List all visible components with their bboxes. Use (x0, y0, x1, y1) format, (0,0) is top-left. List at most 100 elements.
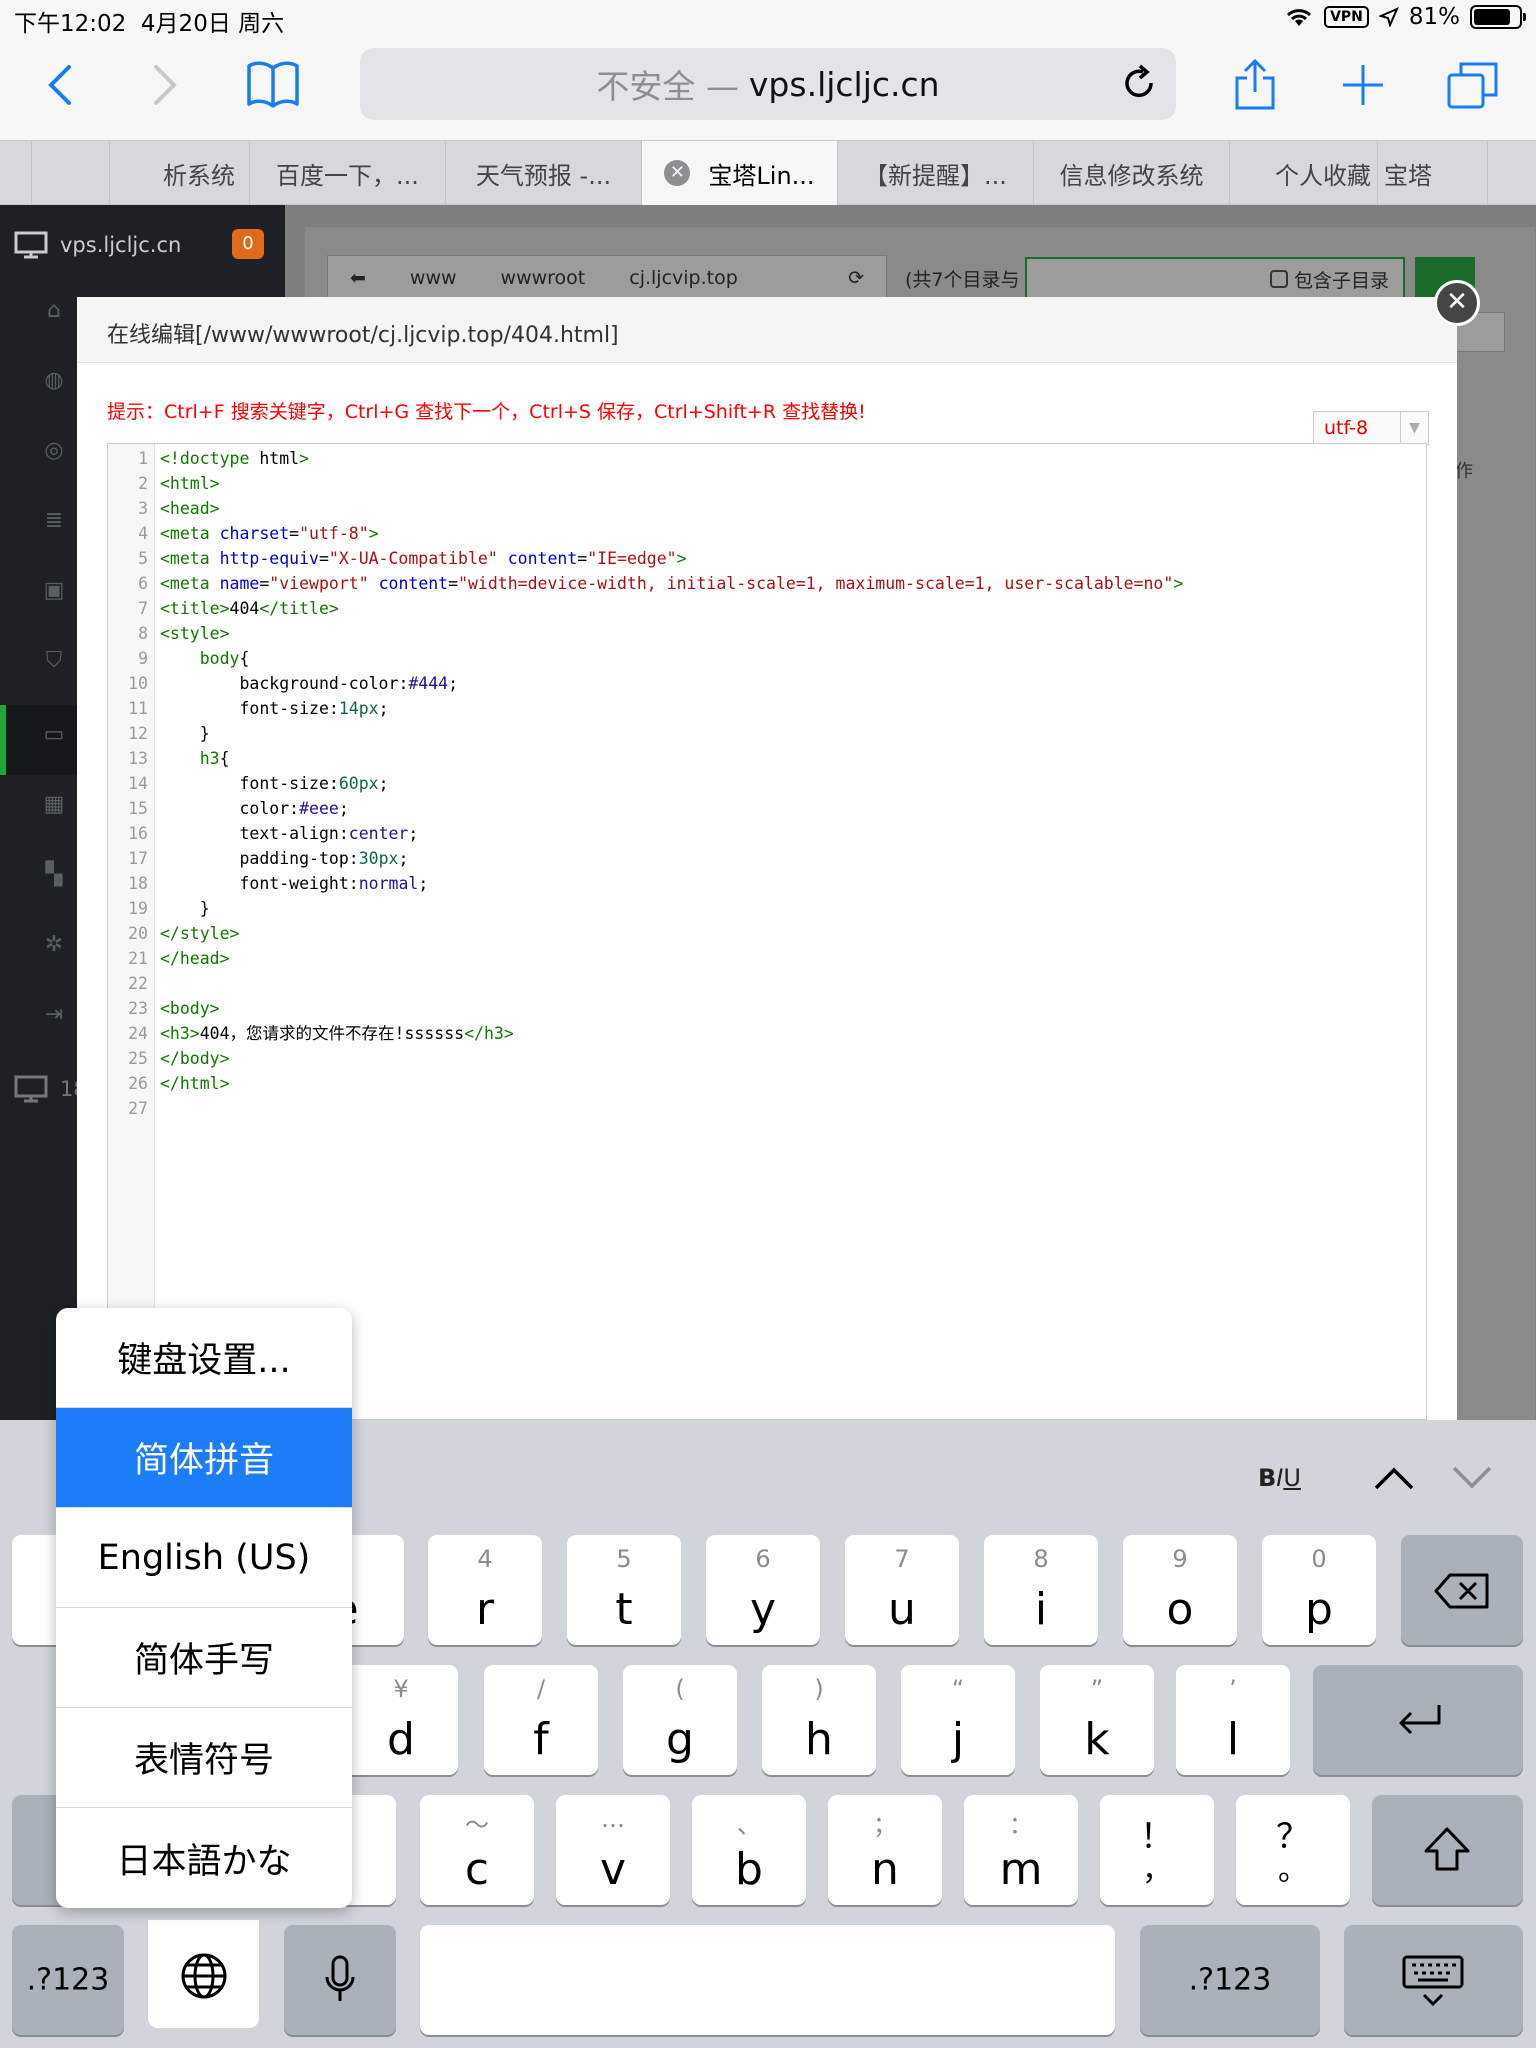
new-tab-button[interactable] (1333, 40, 1393, 130)
key[interactable]: 5t (567, 1535, 681, 1645)
key[interactable]: ； n (828, 1795, 942, 1905)
breadcrumb-item[interactable]: cj.ljcvip.top (607, 267, 760, 289)
code-line[interactable]: 7 <title>404</title> (108, 596, 1418, 621)
checkbox-icon[interactable] (1269, 270, 1288, 288)
code-line[interactable]: 20 </style> (108, 921, 1418, 946)
return-key[interactable] (1313, 1665, 1523, 1775)
code-line[interactable]: 24 <h3>404，您请求的文件不存在!ssssss</h3> (108, 1021, 1418, 1046)
tab-item[interactable]: 天气预报 -... (446, 141, 642, 205)
tab-item[interactable]: 信息修改系统 (1034, 141, 1230, 205)
key[interactable]: ： m (964, 1795, 1078, 1905)
globe-key[interactable] (148, 1920, 259, 2028)
numbers-key-left[interactable]: .?123 (12, 1925, 124, 2035)
code-line[interactable]: 2 <html> (108, 471, 1418, 496)
breadcrumb-item[interactable]: wwwroot (479, 267, 608, 289)
close-modal-button[interactable]: ✕ (1434, 280, 1480, 326)
code-line[interactable]: 12 } (108, 721, 1418, 746)
code-editor[interactable]: 1 <!doctype html> 2 <html> 3 <head> 4 <meta cha… (107, 443, 1427, 1420)
encoding-select[interactable]: utf-8 ▼ (1313, 411, 1429, 445)
shield-icon[interactable]: ⛉ (40, 647, 68, 675)
dismiss-keyboard-key[interactable] (1344, 1925, 1523, 2035)
key[interactable]: 4r (428, 1535, 542, 1645)
code-line[interactable]: 4 <meta charset="utf-8"> (108, 521, 1418, 546)
code-line[interactable]: 22 (108, 971, 1418, 996)
code-line[interactable]: 26 </html> (108, 1071, 1418, 1096)
tab-item[interactable]: 宝塔 (1378, 141, 1488, 205)
language-item-emoji[interactable]: 表情符号 (56, 1708, 352, 1808)
code-line[interactable]: 6 <meta name="viewport" content="width=de… (108, 571, 1418, 596)
language-item-handwriting[interactable]: 简体手写 (56, 1608, 352, 1708)
code-line[interactable]: 27 (108, 1096, 1418, 1121)
key[interactable]: 0p (1262, 1535, 1376, 1645)
key[interactable]: (g (623, 1665, 737, 1775)
shift-key[interactable] (1372, 1795, 1523, 1905)
monitor-panel-icon[interactable]: ▣ (40, 577, 68, 605)
key[interactable]: 7u (845, 1535, 959, 1645)
code-line[interactable]: 10 background-color:#444; (108, 671, 1418, 696)
address-bar[interactable]: 不安全 — vps.ljcljc.cn (360, 48, 1176, 120)
share-button[interactable] (1225, 40, 1285, 130)
reload-icon[interactable] (1116, 60, 1162, 106)
code-line[interactable]: 1 <!doctype html> (108, 446, 1418, 471)
logout-icon[interactable]: ⇥ (40, 1001, 68, 1029)
panel-host-2[interactable]: 18 (14, 1075, 87, 1103)
network-icon[interactable]: ◎ (40, 437, 68, 465)
tab-item-active[interactable]: ✕ 宝塔Lin... (642, 141, 838, 205)
back-arrow-icon[interactable]: ⬅ (328, 267, 388, 289)
code-line[interactable]: 19 } (108, 896, 1418, 921)
tab-item[interactable]: 【新提醒】... (838, 141, 1034, 205)
notification-badge[interactable]: 0 (232, 229, 264, 259)
bookmarks-button[interactable] (238, 40, 308, 130)
key[interactable]: “j (901, 1665, 1015, 1775)
tab-item[interactable]: 析系统 (110, 141, 250, 205)
numbers-key-right[interactable]: .?123 (1140, 1925, 1320, 2035)
keyboard-settings-item[interactable]: 键盘设置... (56, 1308, 352, 1408)
dictation-key[interactable] (284, 1925, 396, 2035)
code-line[interactable]: 21 </head> (108, 946, 1418, 971)
key[interactable]: 8i (984, 1535, 1098, 1645)
code-line[interactable]: 25 </body> (108, 1046, 1418, 1071)
globe-icon[interactable]: ◍ (40, 367, 68, 395)
key[interactable]: … v (556, 1795, 670, 1905)
code-line[interactable]: 16 text-align:center; (108, 821, 1418, 846)
key[interactable]: ？。 (1236, 1795, 1350, 1905)
chevron-down-icon[interactable] (1450, 1462, 1494, 1492)
close-tab-icon[interactable]: ✕ (664, 160, 691, 186)
tab-overflow-left[interactable] (0, 141, 32, 205)
code-line[interactable]: 18 font-weight:normal; (108, 871, 1418, 896)
folder-icon[interactable]: ▭ (40, 721, 68, 749)
tab-item[interactable]: 百度一下，... (250, 141, 446, 205)
refresh-icon[interactable]: ⟳ (826, 267, 886, 289)
key[interactable]: ” k (1040, 1665, 1154, 1775)
code-line[interactable]: 15 color:#eee; (108, 796, 1418, 821)
code-line[interactable]: 11 font-size:14px; (108, 696, 1418, 721)
breadcrumb-item[interactable]: www (388, 267, 479, 289)
delete-key[interactable] (1401, 1535, 1523, 1645)
file-search-input[interactable]: 包含子目录 (1025, 257, 1405, 301)
code-line[interactable]: 3 <head> (108, 496, 1418, 521)
apps-icon[interactable]: ▚ (40, 861, 68, 889)
code-line[interactable]: 17 padding-top:30px; (108, 846, 1418, 871)
back-button[interactable] (30, 40, 90, 130)
key[interactable]: ！， (1100, 1795, 1214, 1905)
key[interactable]: ’ l (1176, 1665, 1290, 1775)
language-item-kana[interactable]: 日本語かな (56, 1808, 352, 1908)
home-icon[interactable]: ⌂ (40, 297, 68, 325)
code-line[interactable]: 23 <body> (108, 996, 1418, 1021)
calendar-icon[interactable]: ▦ (40, 791, 68, 819)
code-line[interactable]: 13 h3{ (108, 746, 1418, 771)
forward-button[interactable] (135, 40, 195, 130)
tabs-overview-button[interactable] (1443, 40, 1503, 130)
code-line[interactable]: 8 <style> (108, 621, 1418, 646)
language-item-pinyin[interactable]: 简体拼音 (56, 1408, 352, 1508)
code-line[interactable]: 5 <meta http-equiv="X-UA-Compatible" cont… (108, 546, 1418, 571)
tab-overflow-left-2[interactable] (32, 141, 110, 205)
space-key[interactable] (420, 1925, 1115, 2035)
settings-icon[interactable]: ✲ (40, 931, 68, 959)
key[interactable]: 9o (1123, 1535, 1237, 1645)
key[interactable]: 6y (706, 1535, 820, 1645)
key[interactable]: / f (484, 1665, 598, 1775)
panel-host[interactable]: vps.ljcljc.cn 0 (14, 225, 274, 265)
key[interactable]: 、 b (692, 1795, 806, 1905)
code-line[interactable]: 9 body{ (108, 646, 1418, 671)
